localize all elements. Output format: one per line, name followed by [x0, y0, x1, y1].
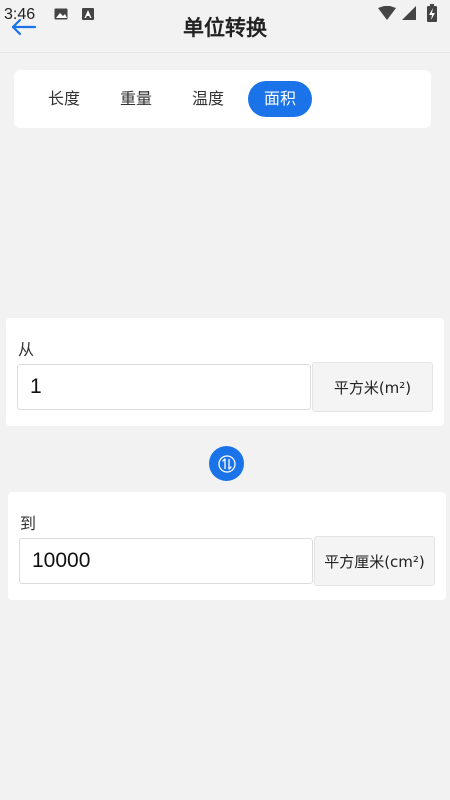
wifi-icon: [378, 6, 396, 20]
swap-vertical-icon: [217, 454, 236, 473]
swap-button[interactable]: [209, 446, 244, 481]
tab-area[interactable]: 面积: [248, 81, 313, 117]
status-bar: 3:46: [0, 0, 450, 26]
to-label: 到: [20, 514, 37, 533]
from-card: 从 平方米(m²): [6, 318, 444, 426]
battery-charging-icon: [427, 4, 437, 22]
tab-weight[interactable]: 重量: [104, 81, 168, 117]
signal-icon: [402, 6, 416, 20]
to-value-input[interactable]: [19, 538, 313, 584]
status-time: 3:46: [4, 6, 36, 23]
from-unit-selector[interactable]: 平方米(m²): [312, 362, 433, 412]
to-unit-selector[interactable]: 平方厘米(cm²): [314, 536, 435, 586]
category-tabs: 长度 重量 温度 面积: [14, 70, 431, 128]
to-card: 到 平方厘米(cm²): [8, 492, 446, 600]
tab-temperature[interactable]: 温度: [176, 81, 240, 117]
from-value-input[interactable]: [17, 364, 311, 410]
a-notification-icon: [82, 8, 94, 20]
from-label: 从: [18, 340, 35, 359]
tab-length[interactable]: 长度: [32, 81, 96, 117]
gallery-icon: [54, 8, 68, 20]
